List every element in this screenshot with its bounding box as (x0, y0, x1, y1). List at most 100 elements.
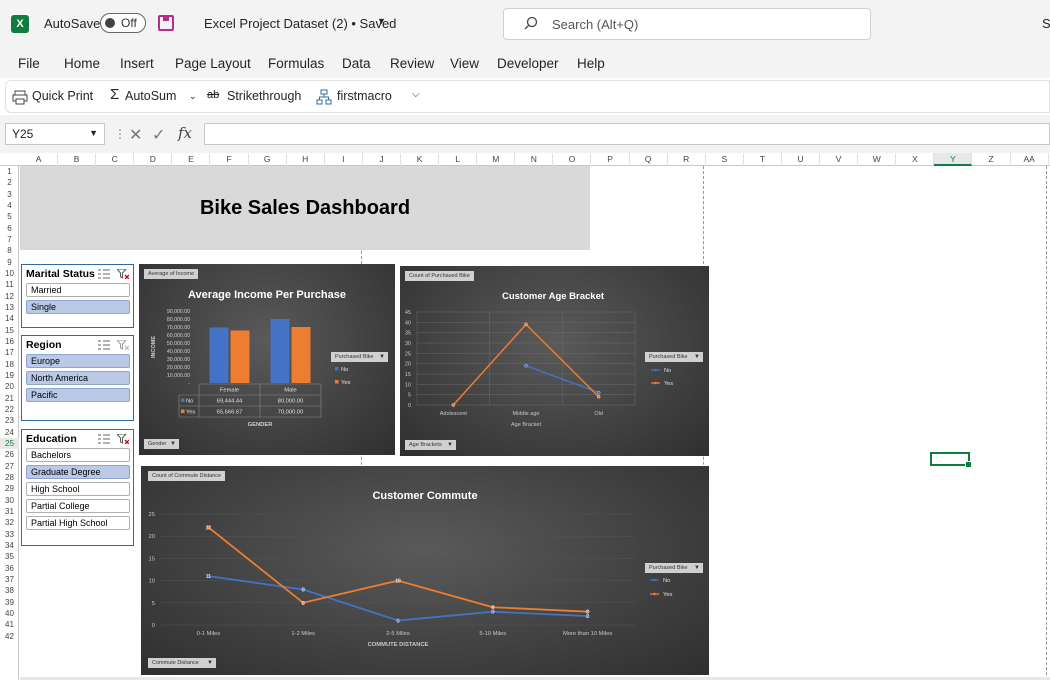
field-tag[interactable]: Count of Purchased Bike (405, 271, 474, 281)
row-header-21[interactable]: 21 (0, 393, 19, 404)
column-header-v[interactable]: V (820, 153, 859, 166)
tab-file[interactable]: File (18, 56, 40, 71)
row-header-28[interactable]: 28 (0, 472, 19, 483)
search-box[interactable]: Search (Alt+Q) (503, 8, 871, 40)
column-header-a[interactable]: A (20, 153, 59, 166)
tab-page-layout[interactable]: Page Layout (175, 56, 251, 71)
name-box[interactable]: Y25 ▼ (5, 123, 105, 145)
row-header-34[interactable]: 34 (0, 540, 19, 551)
row-header-18[interactable]: 18 (0, 359, 19, 370)
slicer-region[interactable]: Region Europe North America Pacific (21, 335, 134, 421)
row-header-22[interactable]: 22 (0, 404, 19, 415)
tab-help[interactable]: Help (577, 56, 605, 71)
clear-filter-icon[interactable] (117, 340, 129, 350)
tab-view[interactable]: View (450, 56, 479, 71)
document-title[interactable]: Excel Project Dataset (2) • Saved (204, 16, 396, 31)
row-header-15[interactable]: 15 (0, 325, 19, 336)
autosum-button[interactable]: AutoSum (125, 89, 176, 103)
column-header-h[interactable]: H (287, 153, 325, 166)
column-header-aa[interactable]: AA (1011, 153, 1049, 166)
row-header-13[interactable]: 13 (0, 302, 19, 313)
row-header-38[interactable]: 38 (0, 585, 19, 596)
axis-filter-button[interactable]: Age Brackets ▼ (405, 440, 456, 450)
tab-home[interactable]: Home (64, 56, 100, 71)
slicer-item-graduate-degree[interactable]: Graduate Degree (26, 465, 130, 479)
worksheet[interactable]: Bike Sales Dashboard Marital Status Marr… (20, 166, 1050, 680)
axis-filter-button[interactable]: Gender ▼ (144, 439, 179, 449)
column-header-r[interactable]: R (668, 153, 706, 166)
row-header-3[interactable]: 3 (0, 189, 19, 200)
field-tag[interactable]: Count of Commute Distance (148, 471, 226, 481)
firstmacro-button[interactable]: firstmacro (337, 89, 392, 103)
row-header-2[interactable]: 2 (0, 177, 19, 188)
formula-input[interactable] (204, 123, 1050, 145)
row-header-23[interactable]: 23 (0, 415, 19, 426)
row-header-19[interactable]: 19 (0, 370, 19, 381)
column-header-j[interactable]: J (363, 153, 401, 166)
column-header-t[interactable]: T (744, 153, 782, 166)
axis-filter-button[interactable]: Commute Distance ▼ (148, 658, 216, 668)
row-header-14[interactable]: 14 (0, 313, 19, 324)
row-header-36[interactable]: 36 (0, 563, 19, 574)
row-header-26[interactable]: 26 (0, 449, 19, 460)
row-header-25[interactable]: 25 (0, 437, 19, 450)
column-header-p[interactable]: P (592, 153, 630, 166)
autosave-toggle[interactable]: Off (100, 13, 146, 33)
row-header-32[interactable]: 32 (0, 517, 19, 528)
multi-select-icon[interactable] (98, 340, 110, 350)
column-header-q[interactable]: Q (630, 153, 668, 166)
row-header-5[interactable]: 5 (0, 211, 19, 222)
row-header-11[interactable]: 11 (0, 279, 19, 290)
row-header-20[interactable]: 20 (0, 381, 19, 392)
multi-select-icon[interactable] (98, 269, 110, 279)
column-header-i[interactable]: I (325, 153, 363, 166)
row-header-9[interactable]: 9 (0, 257, 19, 268)
row-header-16[interactable]: 16 (0, 336, 19, 347)
column-header-k[interactable]: K (401, 153, 440, 166)
row-header-30[interactable]: 30 (0, 495, 19, 506)
column-header-x[interactable]: X (896, 153, 935, 166)
row-header-7[interactable]: 7 (0, 234, 19, 245)
quick-print-button[interactable]: Quick Print (32, 89, 93, 103)
clear-filter-icon[interactable] (117, 269, 129, 279)
column-header-l[interactable]: L (439, 153, 478, 166)
tab-insert[interactable]: Insert (120, 56, 154, 71)
row-header-41[interactable]: 41 (0, 619, 19, 630)
row-header-17[interactable]: 17 (0, 347, 19, 358)
column-header-g[interactable]: G (249, 153, 287, 166)
row-header-12[interactable]: 12 (0, 291, 19, 302)
row-header-1[interactable]: 1 (0, 166, 19, 177)
income-bar-chart[interactable]: Average Income Per Purchase 90,000.00 80,0… (139, 264, 395, 455)
row-header-6[interactable]: 6 (0, 223, 19, 234)
row-header-27[interactable]: 27 (0, 461, 19, 472)
row-header-42[interactable]: 42 (0, 631, 19, 642)
slicer-item-partial-college[interactable]: Partial College (26, 499, 130, 513)
row-header-37[interactable]: 37 (0, 574, 19, 585)
row-header-40[interactable]: 40 (0, 608, 19, 619)
column-header-e[interactable]: E (172, 153, 211, 166)
slicer-item-north-america[interactable]: North America (26, 371, 130, 385)
tab-formulas[interactable]: Formulas (268, 56, 324, 71)
active-cell-y25[interactable] (930, 452, 972, 468)
row-header-10[interactable]: 10 (0, 268, 19, 279)
legend-filter-button[interactable]: Purchased Bike ▼ (331, 352, 388, 362)
insert-function-icon[interactable]: fx (178, 124, 192, 142)
cancel-icon[interactable]: ✕ (129, 125, 142, 145)
row-header-24[interactable]: 24 (0, 427, 19, 438)
age-bracket-line-chart[interactable]: Customer Age Bracket 45 40 35 30 25 20 15 10 5 0 Ad… (400, 266, 709, 456)
slicer-item-married[interactable]: Married (26, 283, 130, 297)
column-header-d[interactable]: D (134, 153, 173, 166)
slicer-item-europe[interactable]: Europe (26, 354, 130, 368)
confirm-icon[interactable]: ✓ (152, 125, 165, 145)
field-tag[interactable]: Average of Income (144, 269, 199, 279)
row-header-4[interactable]: 4 (0, 200, 19, 211)
slicer-marital-status[interactable]: Marital Status Married Single (21, 264, 134, 328)
strikethrough-button[interactable]: Strikethrough (227, 89, 301, 103)
save-icon[interactable] (158, 15, 174, 31)
user-initial[interactable]: S (1042, 16, 1050, 31)
column-header-s[interactable]: S (706, 153, 744, 166)
slicer-item-bachelors[interactable]: Bachelors (26, 448, 130, 462)
multi-select-icon[interactable] (98, 434, 110, 444)
legend-filter-button[interactable]: Purchased Bike ▼ (645, 352, 703, 362)
slicer-item-high-school[interactable]: High School (26, 482, 130, 496)
